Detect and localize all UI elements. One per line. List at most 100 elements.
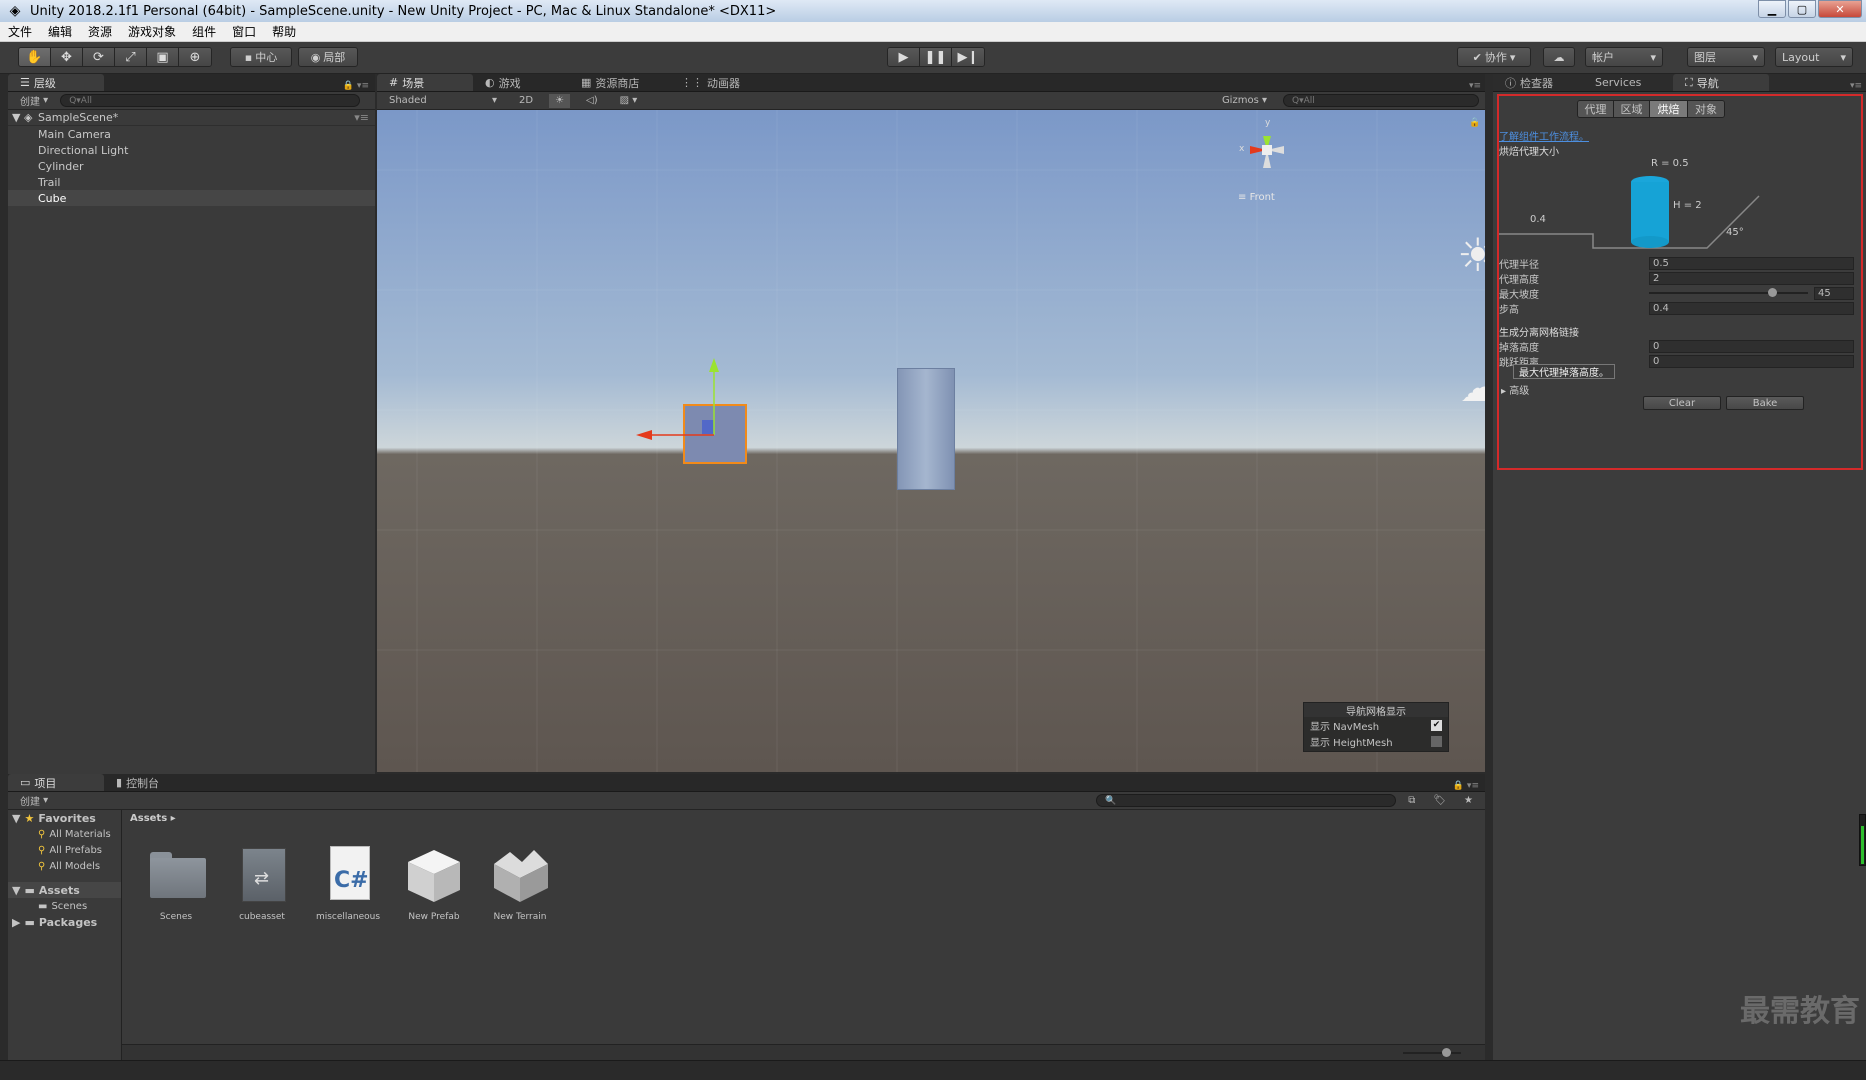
asset-cubeasset[interactable]: ⇄ cubeasset — [222, 844, 302, 922]
pivot-local-button[interactable]: ◉ 局部 — [298, 47, 358, 67]
hierarchy-item-main-camera[interactable]: Main Camera — [8, 126, 375, 142]
jump-distance-field[interactable]: 0 — [1649, 354, 1854, 368]
slider-thumb[interactable] — [1768, 288, 1778, 297]
menu-assets[interactable]: 资源 — [80, 23, 120, 40]
subtab-agents[interactable]: 代理 — [1578, 101, 1614, 117]
advanced-foldout[interactable]: ▸ 高级 — [1501, 382, 1529, 397]
tab-scene[interactable]: # 场景 — [377, 74, 473, 91]
menu-gameobject[interactable]: 游戏对象 — [120, 23, 184, 40]
scenes-folder[interactable]: ▬ Scenes — [8, 898, 121, 914]
clear-button[interactable]: Clear — [1643, 396, 1721, 410]
scale-tool-icon[interactable]: ⤢ — [115, 48, 147, 66]
tab-services[interactable]: Services — [1583, 74, 1673, 91]
expand-arrow-icon[interactable]: ▶ — [12, 916, 20, 929]
hierarchy-create-button[interactable]: 创建 ▾ — [14, 94, 54, 108]
minimize-button[interactable]: ▁ — [1758, 0, 1786, 18]
shading-dropdown[interactable]: Shaded ▾ — [383, 94, 503, 108]
transform-tool-icon[interactable]: ⊕ — [179, 48, 211, 66]
scene-search-input[interactable]: Q▾All — [1283, 94, 1479, 107]
filter-label-icon[interactable]: 🏷 — [1427, 794, 1452, 808]
collab-button[interactable]: ✔ 协作 ▾ — [1457, 47, 1531, 67]
subtab-areas[interactable]: 区域 — [1614, 101, 1650, 117]
tab-game[interactable]: ◐ 游戏 — [473, 74, 569, 91]
agent-radius-field[interactable]: 0.5 — [1649, 256, 1854, 270]
tab-animator[interactable]: ⋮⋮ 动画器 — [669, 74, 769, 91]
tab-console[interactable]: ▮ 控制台 — [104, 774, 200, 791]
panel-menu-icon[interactable]: 🔒 ▾≡ — [1453, 781, 1485, 791]
expand-arrow-icon[interactable]: ▼ — [12, 812, 20, 825]
rect-tool-icon[interactable]: ▣ — [147, 48, 179, 66]
favorite-all-prefabs[interactable]: ⚲ All Prefabs — [8, 842, 121, 858]
agent-height-field[interactable]: 2 — [1649, 271, 1854, 285]
tab-hierarchy[interactable]: ☰ 层级 — [8, 74, 104, 91]
scene-viewport[interactable]: y x ≡ Front 🔒 ☀ ☁ 导航网格显示 显示 NavMesh ✔ 显示… — [377, 110, 1485, 772]
subtab-object[interactable]: 对象 — [1688, 101, 1724, 117]
assets-folder[interactable]: ▼ ▬ Assets — [8, 882, 121, 898]
tab-project[interactable]: ▭ 项目 — [8, 774, 104, 791]
show-heightmesh-checkbox[interactable] — [1431, 735, 1442, 747]
gizmo-lock-icon[interactable]: 🔒 — [1469, 118, 1480, 128]
menu-edit[interactable]: 编辑 — [40, 23, 80, 40]
expand-arrow-icon[interactable]: ▼ — [12, 884, 20, 897]
show-heightmesh-row[interactable]: 显示 HeightMesh — [1304, 733, 1448, 749]
hierarchy-item-directional-light[interactable]: Directional Light — [8, 142, 375, 158]
project-search-input[interactable]: 🔍 — [1096, 794, 1397, 807]
rotate-tool-icon[interactable]: ⟳ — [83, 48, 115, 66]
hierarchy-item-cube[interactable]: Cube — [8, 190, 375, 206]
gizmo-view-label[interactable]: ≡ Front — [1238, 192, 1275, 203]
panel-menu-icon[interactable]: ▾≡ — [1850, 81, 1866, 91]
bake-button[interactable]: Bake — [1726, 396, 1804, 410]
audio-toggle-icon[interactable]: ◁) — [580, 94, 604, 108]
show-navmesh-row[interactable]: 显示 NavMesh ✔ — [1304, 717, 1448, 733]
menu-component[interactable]: 组件 — [184, 23, 224, 40]
favorites-header[interactable]: ▼ ★ Favorites — [8, 810, 121, 826]
subtab-bake[interactable]: 烘焙 — [1650, 101, 1688, 117]
filter-type-icon[interactable]: ⧉ — [1402, 794, 1421, 808]
orientation-gizmo[interactable] — [1232, 118, 1302, 198]
maximize-button[interactable]: ▢ — [1788, 0, 1816, 18]
step-height-field[interactable]: 0.4 — [1649, 301, 1854, 315]
lighting-toggle-icon[interactable]: ☀ — [549, 93, 571, 108]
project-create-button[interactable]: 创建 ▾ — [14, 794, 54, 808]
pause-icon[interactable]: ❚❚ — [920, 48, 952, 66]
menu-window[interactable]: 窗口 — [224, 23, 264, 40]
step-icon[interactable]: ▶❙ — [952, 48, 984, 66]
favorite-all-models[interactable]: ⚲ All Models — [8, 858, 121, 874]
max-slope-field[interactable]: 45 — [1814, 286, 1854, 300]
account-dropdown[interactable]: 帐户 ▾ — [1585, 47, 1663, 67]
gizmos-dropdown[interactable]: Gizmos ▾ — [1216, 94, 1273, 108]
hierarchy-item-trail[interactable]: Trail — [8, 174, 375, 190]
move-tool-icon[interactable]: ✥ — [51, 48, 83, 66]
learn-workflow-link[interactable]: 了解组件工作流程。 — [1499, 128, 1589, 143]
layers-dropdown[interactable]: 图层 ▾ — [1687, 47, 1765, 67]
scene-menu-icon[interactable]: ▾≡ — [354, 111, 375, 124]
tab-navigation[interactable]: ⛶ 导航 — [1673, 74, 1769, 91]
icon-size-slider[interactable] — [1403, 1048, 1461, 1057]
scene-root-row[interactable]: ▼ ◈ SampleScene* ▾≡ — [8, 110, 375, 126]
packages-folder[interactable]: ▶ ▬ Packages — [8, 914, 121, 930]
show-navmesh-checkbox[interactable]: ✔ — [1431, 719, 1442, 731]
panel-menu-icon[interactable]: ▾≡ — [1469, 81, 1485, 91]
menu-file[interactable]: 文件 — [0, 23, 40, 40]
asset-miscellaneous[interactable]: C# miscellaneous — [308, 844, 388, 922]
favorite-all-materials[interactable]: ⚲ All Materials — [8, 826, 121, 842]
tab-asset-store[interactable]: ▦ 资源商店 — [569, 74, 669, 91]
favorite-star-icon[interactable]: ★ — [1458, 794, 1479, 808]
effects-dropdown-icon[interactable]: ▨ ▾ — [614, 94, 644, 108]
close-button[interactable]: ✕ — [1818, 0, 1862, 18]
max-slope-slider[interactable] — [1648, 288, 1808, 297]
drop-height-field[interactable]: 0 — [1649, 339, 1854, 353]
panel-menu-icon[interactable]: 🔒 ▾≡ — [343, 81, 375, 91]
cylinder-object[interactable] — [897, 368, 955, 490]
pivot-center-button[interactable]: ▪ 中心 — [230, 47, 292, 67]
play-icon[interactable]: ▶ — [888, 48, 920, 66]
tab-inspector[interactable]: ⓘ 检查器 — [1493, 74, 1583, 91]
slider-thumb[interactable] — [1442, 1048, 1451, 1057]
breadcrumb[interactable]: Assets ▸ — [124, 810, 176, 826]
hierarchy-search-input[interactable]: Q▾All — [60, 94, 361, 107]
asset-scenes-folder[interactable]: Scenes — [136, 844, 216, 922]
asset-new-terrain[interactable]: New Terrain — [480, 844, 560, 922]
2d-toggle[interactable]: 2D — [513, 94, 539, 108]
hierarchy-item-cylinder[interactable]: Cylinder — [8, 158, 375, 174]
asset-new-prefab[interactable]: New Prefab — [394, 844, 474, 922]
